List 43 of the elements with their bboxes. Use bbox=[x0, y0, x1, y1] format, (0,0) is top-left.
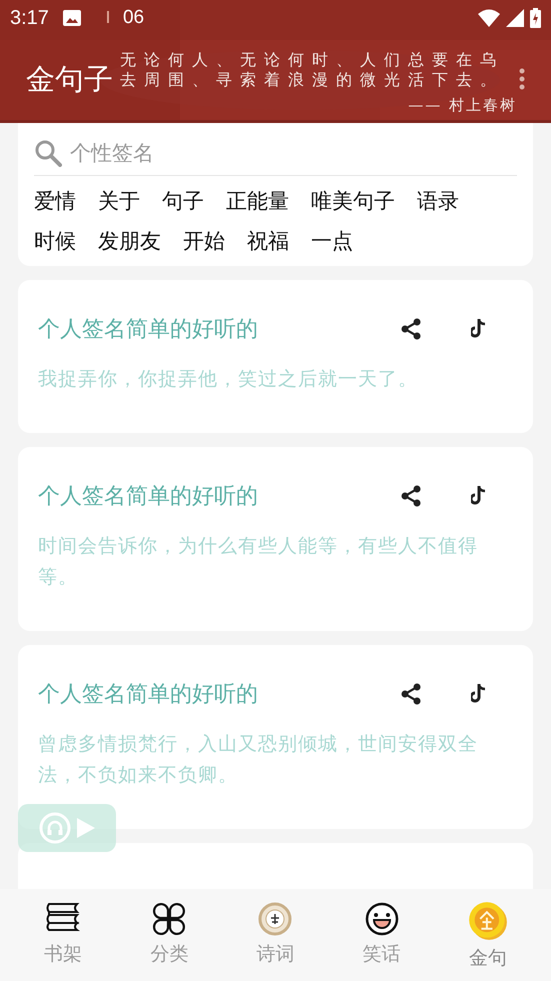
wifi-icon bbox=[478, 9, 500, 27]
card-title: 个人签名简单的好听的 bbox=[38, 681, 258, 709]
app-title: 金句子 bbox=[26, 61, 113, 98]
tag-link[interactable]: 唯美句子 bbox=[311, 186, 395, 216]
card-text: 时间会告诉你，为什么有些人能等，有些人不值得等。 bbox=[38, 534, 479, 590]
card-text: 我捉弄你，你捉弄他，笑过之后就一天了。 bbox=[38, 367, 419, 392]
quote-line: 无论何人、无论何时、人们总要在乌 bbox=[120, 50, 504, 70]
smiley-icon bbox=[364, 901, 400, 937]
card-title: 个人签名简单的好听的 bbox=[38, 316, 258, 344]
search-field[interactable]: 个性签名 bbox=[68, 140, 372, 166]
music-note-icon[interactable] bbox=[471, 683, 487, 703]
battery-icon bbox=[530, 8, 541, 28]
tag-link[interactable]: 关于 bbox=[98, 186, 140, 216]
status-time: 3:17 bbox=[10, 6, 49, 30]
music-note-icon[interactable] bbox=[471, 318, 487, 338]
music-note-icon[interactable] bbox=[471, 485, 487, 505]
more-icon[interactable] bbox=[519, 68, 525, 90]
tag-link[interactable]: 正能量 bbox=[226, 186, 289, 216]
card-title: 个人签名简单的好听的 bbox=[38, 483, 258, 511]
signal-icon bbox=[506, 9, 524, 27]
image-icon bbox=[62, 10, 81, 26]
share-icon[interactable] bbox=[401, 318, 421, 340]
coin-icon bbox=[468, 901, 508, 941]
bar-icon bbox=[106, 11, 109, 23]
poem-badge-icon bbox=[257, 901, 294, 937]
headphones-icon bbox=[39, 812, 71, 844]
share-icon[interactable] bbox=[401, 683, 421, 705]
quote-author: —— 村上春树 bbox=[408, 96, 517, 115]
tag-link[interactable]: 一点 bbox=[311, 226, 353, 256]
tag-link[interactable]: 发朋友 bbox=[98, 226, 161, 256]
card-text: 曾虑多情损梵行，入山又恐别倾城，世间安得双全法，不负如来不负卿。 bbox=[38, 732, 479, 788]
tag-link[interactable]: 语录 bbox=[417, 186, 459, 216]
search-icon bbox=[34, 139, 62, 167]
play-icon bbox=[77, 818, 95, 838]
grid-icon bbox=[151, 901, 188, 937]
status-text: 06 bbox=[122, 7, 144, 29]
tag-link[interactable]: 时候 bbox=[34, 226, 76, 256]
tag-link[interactable]: 祝福 bbox=[247, 226, 289, 256]
tag-link[interactable]: 爱情 bbox=[34, 186, 76, 216]
tag-link[interactable]: 句子 bbox=[162, 186, 204, 216]
quote-line: 去周围、寻索着浪漫的微光活下去。 bbox=[120, 70, 504, 90]
tag-link[interactable]: 开始 bbox=[183, 226, 225, 256]
share-icon[interactable] bbox=[401, 485, 421, 507]
